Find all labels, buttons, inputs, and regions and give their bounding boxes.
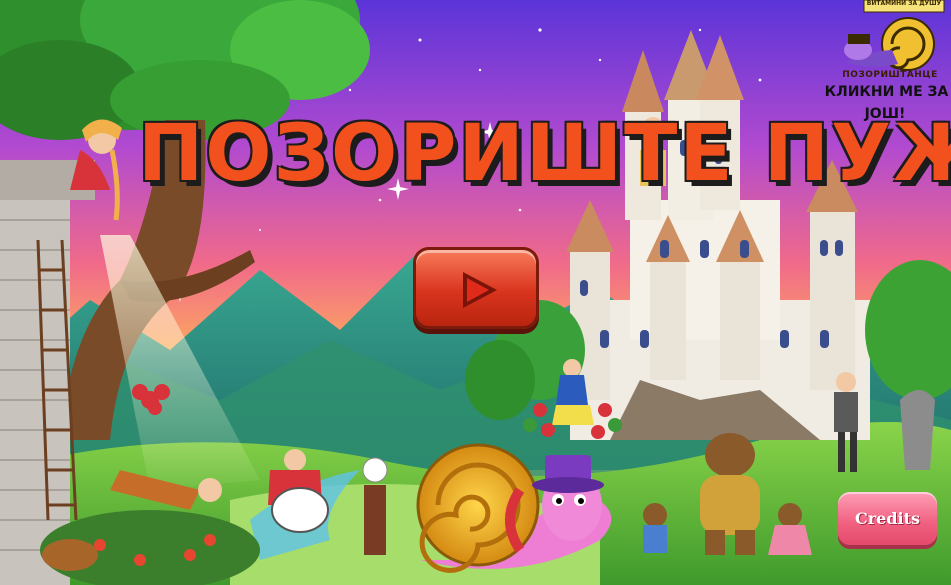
play-button[interactable]	[413, 247, 539, 329]
promo-flag-text: ВИТАМИНИ ЗА ДУШУ	[866, 0, 942, 7]
promo-text-line2: ЈОШ!	[864, 106, 906, 122]
promo-text-line1: КЛИКНИ МЕ ЗА	[824, 84, 949, 100]
game-title: ПОЗОРИШТЕ ПУЖ	[138, 109, 951, 199]
promo-banner[interactable]: ВИТАМИНИ ЗА ДУШУ ПОЗОРИШТАНЦЕ КЛИКНИ МЕ …	[818, 0, 951, 130]
play-icon	[463, 272, 497, 308]
credits-button[interactable]: Credits	[838, 492, 937, 545]
snail-logo-icon	[844, 0, 945, 71]
promo-brand: ПОЗОРИШТАНЦЕ	[842, 70, 938, 80]
